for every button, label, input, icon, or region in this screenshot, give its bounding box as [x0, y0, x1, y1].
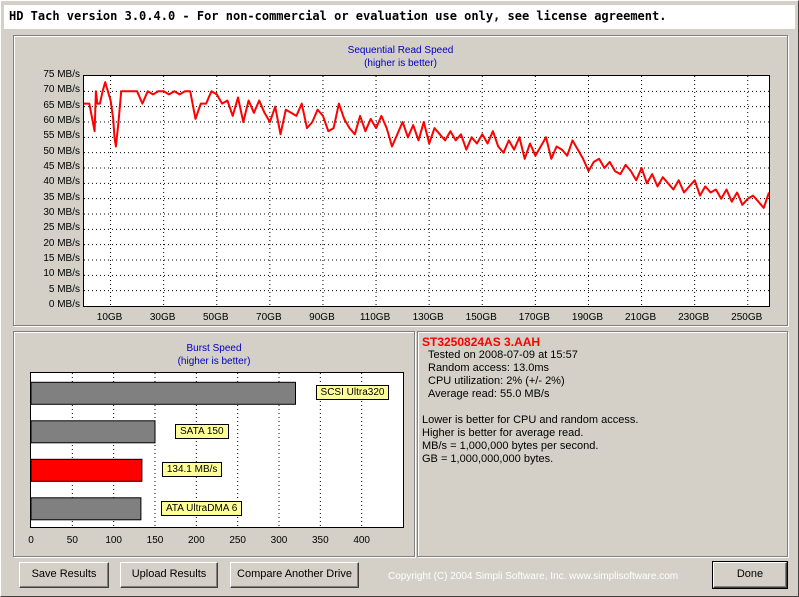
- x-tick-label: 170GB: [518, 312, 550, 323]
- x-tick-label: 70GB: [256, 312, 282, 323]
- x-tick-label: 50GB: [202, 312, 229, 323]
- save-results-label: Save Results: [31, 568, 97, 580]
- copyright-text: Copyright (C) 2004 Simpli Software, Inc.…: [388, 571, 679, 582]
- x-tick-label: 400: [353, 535, 370, 546]
- x-tick-label: 300: [270, 535, 288, 546]
- sequential-plot-area: [83, 75, 770, 307]
- x-tick-label: 30GB: [149, 312, 176, 323]
- tested-on: Tested on 2008-07-09 at 15:57: [428, 349, 578, 361]
- window-title: HD Tach version 3.0.4.0 - For non-commer…: [9, 9, 667, 23]
- average-read: Average read: 55.0 MB/s: [428, 388, 550, 400]
- note-3: MB/s = 1,000,000 bytes per second.: [422, 440, 599, 452]
- note-2: Higher is better for average read.: [422, 427, 584, 439]
- note-1: Lower is better for CPU and random acces…: [422, 414, 639, 426]
- drive-name: ST3250824AS 3.AAH: [422, 335, 541, 349]
- x-tick-label: 250GB: [731, 312, 763, 323]
- hd-tach-window: HD Tach version 3.0.4.0 - For non-commer…: [0, 0, 799, 597]
- x-tick-label: 250: [229, 535, 246, 546]
- compare-drive-button[interactable]: Compare Another Drive: [230, 562, 359, 588]
- note-4: GB = 1,000,000,000 bytes.: [422, 453, 554, 465]
- upload-results-button[interactable]: Upload Results: [120, 562, 218, 588]
- burst-chart-panel: Burst Speed (higher is better) SCSI Ultr…: [13, 331, 415, 557]
- read-speed-line: [84, 81, 769, 209]
- x-tick-label: 130GB: [412, 312, 444, 323]
- x-tick-label: 50: [66, 535, 78, 546]
- x-tick-label: 200: [187, 535, 205, 546]
- drive-info-panel: ST3250824AS 3.AAH Tested on 2008-07-09 a…: [417, 331, 788, 557]
- cpu-utilization: CPU utilization: 2% (+/- 2%): [428, 375, 565, 387]
- save-results-button[interactable]: Save Results: [19, 562, 109, 588]
- x-tick-label: 150GB: [465, 312, 497, 323]
- x-tick-label: 10GB: [96, 312, 123, 323]
- done-label: Done: [736, 568, 764, 580]
- upload-results-label: Upload Results: [131, 568, 207, 580]
- x-tick-label: 230GB: [678, 312, 710, 323]
- sequential-chart-panel: Sequential Read Speed (higher is better)…: [13, 35, 788, 326]
- compare-drive-label: Compare Another Drive: [237, 568, 352, 580]
- x-tick-label: 190GB: [571, 312, 604, 323]
- burst-x-axis: 0 50 100 150 200 250 300 350 400: [14, 332, 414, 556]
- x-tick-label: 110GB: [359, 312, 391, 323]
- x-tick-label: 150: [146, 535, 164, 546]
- random-access: Random access: 13.0ms: [428, 362, 550, 374]
- done-button[interactable]: Done: [712, 561, 788, 589]
- x-tick-label: 350: [311, 535, 329, 546]
- x-tick-label: 0: [28, 535, 34, 546]
- x-tick-label: 100: [105, 535, 122, 546]
- title-bar: HD Tach version 3.0.4.0 - For non-commer…: [4, 5, 795, 29]
- x-tick-label: 210GB: [624, 312, 657, 323]
- x-tick-label: 90GB: [309, 312, 335, 323]
